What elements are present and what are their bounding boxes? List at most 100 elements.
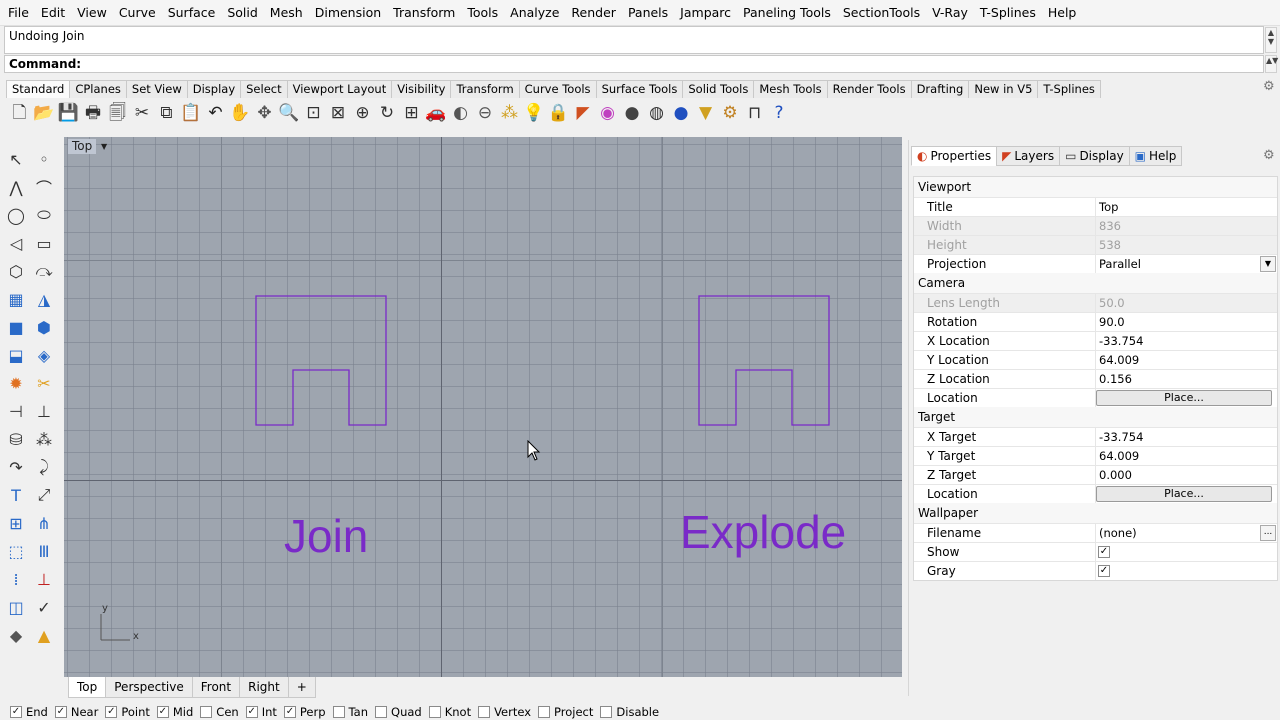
- toolbar-tab-t-splines[interactable]: T-Splines: [1037, 80, 1101, 98]
- explode-shape[interactable]: [698, 295, 830, 426]
- select-arrow-icon[interactable]: ↖: [2, 146, 30, 172]
- panel-tab-layers[interactable]: ◤ Layers: [996, 146, 1061, 166]
- mirror-icon[interactable]: ⋔: [30, 510, 58, 536]
- property-value-location[interactable]: Place...: [1096, 389, 1277, 407]
- menu-v-ray[interactable]: V-Ray: [926, 0, 974, 26]
- menu-render[interactable]: Render: [565, 0, 622, 26]
- osnap-checkbox[interactable]: ✓: [10, 706, 22, 718]
- curve-cv-icon[interactable]: ⌒: [30, 174, 58, 200]
- paste-icon[interactable]: 📋: [180, 101, 203, 125]
- property-value-projection[interactable]: Parallel ▼: [1096, 255, 1277, 273]
- chamfer-icon[interactable]: ⤸: [30, 454, 58, 480]
- osnap-quad[interactable]: Quad: [375, 705, 422, 719]
- osnap-checkbox[interactable]: [538, 706, 551, 718]
- toolbar-gear-icon[interactable]: ⚙: [1263, 80, 1277, 94]
- panel-tab-properties[interactable]: ◐ Properties: [911, 146, 998, 166]
- property-value-y-target[interactable]: 64.009: [1096, 447, 1277, 465]
- toolbar-tab-transform[interactable]: Transform: [450, 80, 520, 98]
- property-row-location[interactable]: Location Place...: [914, 388, 1277, 407]
- property-row-filename[interactable]: Filename (none)...: [914, 523, 1277, 542]
- color-wheel-icon[interactable]: ◉: [596, 101, 619, 125]
- property-value-show[interactable]: ✓: [1096, 543, 1277, 561]
- menu-mesh[interactable]: Mesh: [264, 0, 309, 26]
- osnap-checkbox[interactable]: ✓: [105, 706, 118, 718]
- blue-sphere-icon[interactable]: ●: [670, 101, 693, 125]
- rotate-view-icon[interactable]: ↻: [376, 101, 399, 125]
- menu-analyze[interactable]: Analyze: [504, 0, 565, 26]
- split-icon[interactable]: ⊣: [2, 398, 30, 424]
- menu-help[interactable]: Help: [1042, 0, 1083, 26]
- osnap-project[interactable]: Project: [538, 705, 593, 719]
- property-value-location[interactable]: Place...: [1096, 485, 1277, 503]
- dot-grid-icon[interactable]: ⁞: [2, 566, 30, 592]
- extend-icon[interactable]: ⊥: [30, 398, 58, 424]
- panel-tab-help[interactable]: ▣ Help: [1128, 146, 1183, 166]
- join-shape[interactable]: [255, 295, 387, 426]
- toolbar-tab-surface-tools[interactable]: Surface Tools: [595, 80, 684, 98]
- zoom-icon[interactable]: 🔍: [278, 101, 301, 125]
- menu-file[interactable]: File: [2, 0, 35, 26]
- gray-checkbox[interactable]: ✓: [1098, 565, 1110, 577]
- toolbar-tab-display[interactable]: Display: [186, 80, 242, 98]
- history-scrollbar[interactable]: ▲ ▼: [1265, 27, 1277, 53]
- viewport-tab-top[interactable]: Top: [68, 677, 107, 698]
- property-row-z-location[interactable]: Z Location 0.156: [914, 369, 1277, 388]
- viewport-tab-perspective[interactable]: Perspective: [105, 677, 193, 698]
- check-icon[interactable]: ✓: [30, 594, 58, 620]
- osnap-disable[interactable]: Disable: [600, 705, 659, 719]
- cut-icon[interactable]: ✂: [131, 101, 154, 125]
- dimension-icon[interactable]: ⊓: [743, 101, 766, 125]
- toolbar-tab-standard[interactable]: Standard: [6, 80, 71, 98]
- menu-paneling-tools[interactable]: Paneling Tools: [737, 0, 837, 26]
- zoom-selected-icon[interactable]: ⊕: [351, 101, 374, 125]
- array-icon[interactable]: ⊞: [2, 510, 30, 536]
- menu-sectiontools[interactable]: SectionTools: [837, 0, 926, 26]
- viewport-tab-front[interactable]: Front: [191, 677, 241, 698]
- toolbar-tab-drafting[interactable]: Drafting: [910, 80, 970, 98]
- options-gear-icon[interactable]: ⚙: [719, 101, 742, 125]
- toolbar-tab-set-view[interactable]: Set View: [125, 80, 188, 98]
- zoom-extents-icon[interactable]: ⊠: [327, 101, 350, 125]
- property-row-show[interactable]: Show ✓: [914, 542, 1277, 561]
- toolbar-tab-visibility[interactable]: Visibility: [391, 80, 452, 98]
- four-views-icon[interactable]: ⊞: [400, 101, 423, 125]
- toolbar-tab-render-tools[interactable]: Render Tools: [826, 80, 912, 98]
- property-row-y-target[interactable]: Y Target 64.009: [914, 446, 1277, 465]
- light-bulb-icon[interactable]: 💡: [523, 101, 546, 125]
- box-icon[interactable]: ■: [2, 314, 30, 340]
- osnap-checkbox[interactable]: [428, 706, 441, 718]
- command-prompt[interactable]: Command:: [4, 55, 1264, 73]
- menu-panels[interactable]: Panels: [622, 0, 674, 26]
- scale-icon[interactable]: ◫: [2, 594, 30, 620]
- rectangle-icon[interactable]: ▭: [30, 230, 58, 256]
- copy-icon[interactable]: ⧉: [155, 101, 178, 125]
- osnap-checkbox[interactable]: [375, 706, 388, 718]
- viewport-top[interactable]: Top ▼ Join Explode y x: [64, 137, 902, 677]
- projection-dropdown-icon[interactable]: ▼: [1260, 256, 1276, 272]
- viewport-tab-right[interactable]: Right: [239, 677, 289, 698]
- freeform-curve-icon[interactable]: ⤼: [30, 258, 58, 284]
- osnap-cen[interactable]: Cen: [200, 705, 239, 719]
- property-row-x-location[interactable]: X Location -33.754: [914, 331, 1277, 350]
- osnap-end[interactable]: ✓ End: [10, 705, 48, 719]
- cage-edit-icon[interactable]: ⊥: [30, 566, 58, 592]
- explode-icon[interactable]: ✹: [2, 370, 30, 396]
- print-icon[interactable]: 🖶: [82, 101, 105, 125]
- place-button[interactable]: Place...: [1096, 390, 1272, 406]
- osnap-checkbox[interactable]: [332, 706, 345, 718]
- menu-t-splines[interactable]: T-Splines: [974, 0, 1042, 26]
- property-value-y-location[interactable]: 64.009: [1096, 351, 1277, 369]
- toolbar-tab-curve-tools[interactable]: Curve Tools: [518, 80, 597, 98]
- menu-curve[interactable]: Curve: [113, 0, 162, 26]
- move-view-icon[interactable]: ✥: [253, 101, 276, 125]
- menu-jamparc[interactable]: Jamparc: [674, 0, 737, 26]
- cube-outline-icon[interactable]: ⬚: [2, 538, 30, 564]
- browse-ellipsis-button[interactable]: ...: [1260, 525, 1276, 541]
- panel-gear-icon[interactable]: ⚙: [1263, 148, 1275, 163]
- mesh-plane-icon[interactable]: ◈: [30, 342, 58, 368]
- cplane-icon[interactable]: ⊖: [474, 101, 497, 125]
- command-scrollbar[interactable]: ▲▼: [1265, 55, 1278, 73]
- osnap-point[interactable]: ✓ Point: [105, 705, 150, 719]
- grid-bars-icon[interactable]: Ⅲ: [30, 538, 58, 564]
- property-row-title[interactable]: Title Top: [914, 197, 1277, 216]
